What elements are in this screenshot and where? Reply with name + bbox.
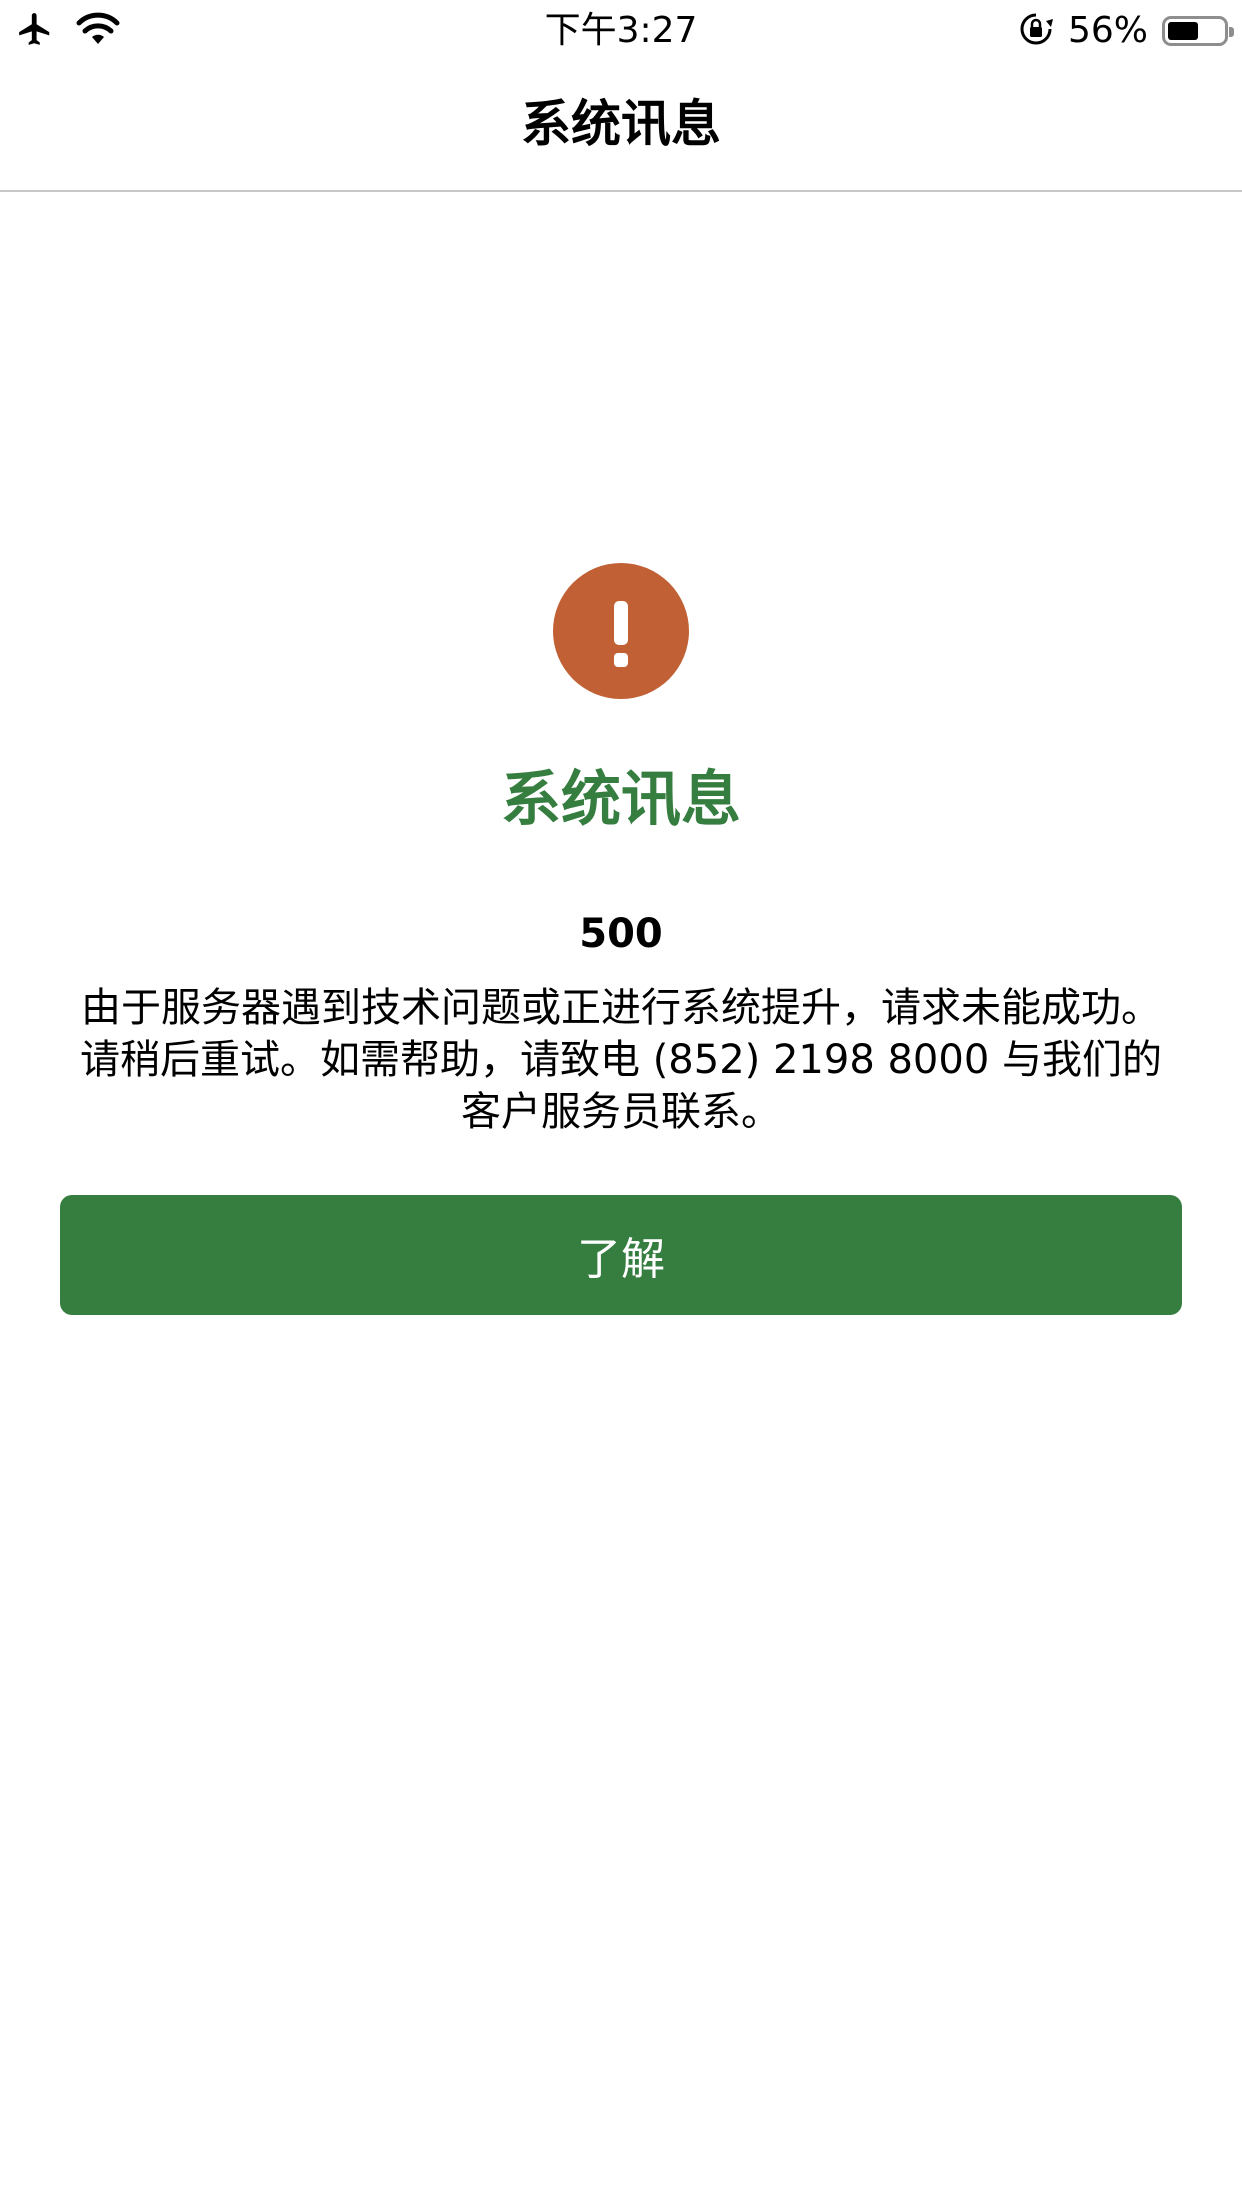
page-title: 系统讯息 bbox=[521, 95, 721, 153]
acknowledge-button[interactable]: 了解 bbox=[60, 1195, 1182, 1315]
battery-level-fill bbox=[1168, 22, 1199, 40]
error-message: 由于服务器遇到技术问题或正进行系统提升，请求未能成功。请稍后重试。如需帮助，请致… bbox=[79, 985, 1162, 1135]
rotation-lock-icon bbox=[1018, 11, 1054, 51]
navigation-bar: 系统讯息 bbox=[0, 62, 1242, 192]
status-bar: 下午3:27 56% bbox=[0, 0, 1242, 62]
battery-icon bbox=[1162, 16, 1234, 46]
status-right: 56% bbox=[1018, 10, 1234, 52]
exclamation-icon bbox=[553, 563, 689, 699]
error-code: 500 bbox=[579, 911, 663, 957]
alert-heading: 系统讯息 bbox=[501, 765, 741, 835]
battery-percent: 56% bbox=[1067, 10, 1148, 51]
